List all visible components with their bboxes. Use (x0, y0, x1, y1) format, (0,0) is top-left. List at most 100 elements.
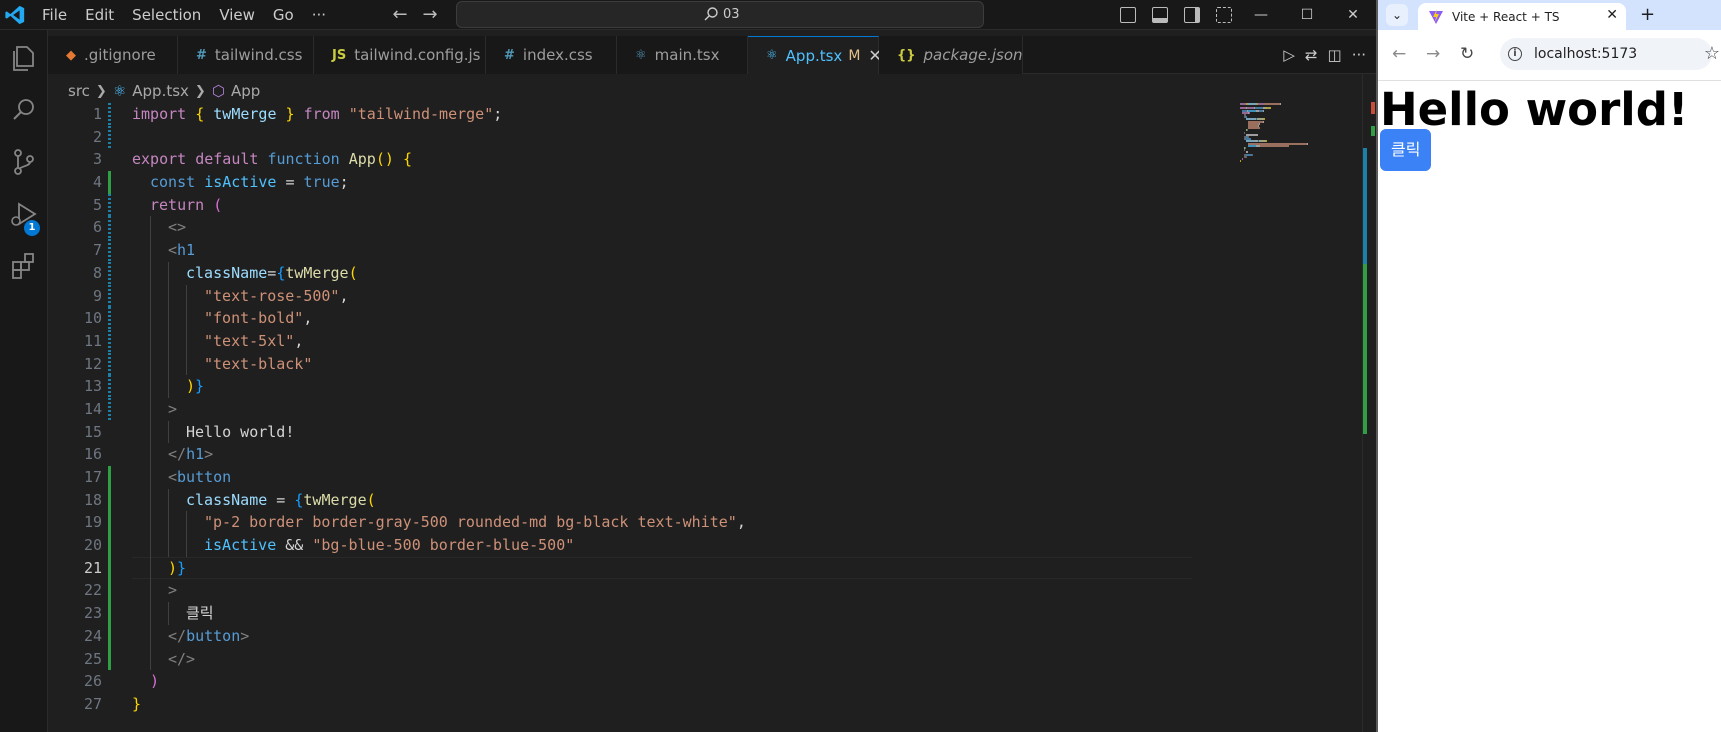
back-arrow-icon[interactable]: ← (388, 3, 412, 27)
customize-layout-icon[interactable] (1216, 7, 1232, 23)
new-tab-icon[interactable]: + (1640, 4, 1655, 26)
bookmark-star-icon[interactable]: ☆ (1704, 43, 1720, 64)
code-line[interactable]: 20 isActive && "bg-blue-500 border-blue-5… (48, 534, 1240, 557)
search-icon[interactable] (8, 94, 40, 126)
tab-index-css[interactable]: # index.css (486, 36, 617, 74)
extensions-icon[interactable] (8, 250, 40, 282)
minimap[interactable] (1240, 103, 1360, 165)
menu-selection[interactable]: Selection (123, 0, 210, 30)
tab-app-tsx[interactable]: ⚛ App.tsx M ✕ (748, 36, 882, 74)
gutter-modified-marker[interactable] (108, 239, 111, 262)
gutter-modified-marker[interactable] (108, 352, 111, 376)
toggle-secondary-sidebar-icon[interactable] (1184, 7, 1200, 23)
code-line[interactable]: 15 Hello world! (48, 420, 1240, 444)
close-tab-icon[interactable]: ✕ (1606, 7, 1618, 23)
command-center[interactable]: 03 (456, 1, 984, 28)
code-line[interactable]: 26) (48, 670, 1240, 693)
split-editor-icon[interactable]: ◫ (1328, 46, 1342, 64)
gutter-modified-marker[interactable] (108, 125, 111, 149)
code-line[interactable]: 10 "font-bold", (48, 307, 1240, 330)
gutter-added-marker[interactable] (108, 602, 111, 625)
code-line[interactable]: 23 클릭 (48, 602, 1240, 625)
code-line[interactable]: 6 <> (48, 216, 1240, 240)
gutter-modified-marker[interactable] (108, 375, 111, 398)
toggle-primary-sidebar-icon[interactable] (1120, 7, 1136, 23)
source-control-icon[interactable] (8, 146, 40, 178)
gutter-modified-marker[interactable] (108, 216, 111, 240)
code-line[interactable]: 14 > (48, 397, 1240, 421)
code-line[interactable]: 2 (48, 125, 1240, 149)
code-line[interactable]: 13)} (48, 375, 1240, 398)
gutter-modified-marker[interactable] (108, 329, 111, 353)
breadcrumb-src[interactable]: src (68, 82, 90, 100)
gutter-modified-marker[interactable] (108, 193, 111, 217)
menu-more[interactable]: ··· (303, 0, 335, 30)
close-window-icon[interactable]: ✕ (1330, 0, 1376, 30)
gutter-modified-marker[interactable] (108, 284, 111, 308)
code-line[interactable]: 19 "p-2 border border-gray-500 rounded-md… (48, 511, 1240, 535)
address-bar[interactable]: i localhost:5173 ☆ (1500, 38, 1720, 70)
code-line[interactable]: 18 className = {twMerge( (48, 488, 1240, 512)
gutter-modified-marker[interactable] (108, 307, 111, 330)
code-line[interactable]: 16 </h1> (48, 443, 1240, 466)
code-line[interactable]: 5 return ( (48, 193, 1240, 217)
code-line[interactable]: 21)} (48, 556, 1240, 580)
tab-search-chevron-icon[interactable]: ⌄ (1386, 4, 1408, 26)
more-actions-icon[interactable]: ··· (1352, 46, 1366, 64)
gutter-added-marker[interactable] (108, 466, 111, 489)
toggle-panel-icon[interactable] (1152, 7, 1168, 23)
gutter-added-marker[interactable] (108, 647, 111, 671)
code-line[interactable]: 8 className={twMerge( (48, 261, 1240, 285)
breadcrumb-symbol[interactable]: App (231, 82, 260, 100)
maximize-icon[interactable]: ☐ (1284, 0, 1330, 30)
tab-main-tsx[interactable]: ⚛ main.tsx (617, 36, 748, 74)
minimize-icon[interactable]: — (1238, 0, 1284, 30)
code-line[interactable]: 24 </button> (48, 624, 1240, 648)
code-line[interactable]: 4 const isActive = true; (48, 171, 1240, 194)
back-arrow-icon[interactable]: ← (1392, 44, 1406, 64)
tab-tailwind-config[interactable]: JS tailwind.config.js (314, 36, 486, 74)
tab-package-json[interactable]: {} package.json (879, 36, 1023, 74)
compare-changes-icon[interactable]: ⇄ (1305, 46, 1318, 64)
gutter-added-marker[interactable] (108, 556, 111, 580)
click-button[interactable]: 클릭 (1380, 129, 1432, 171)
code-line[interactable]: 17 <button (48, 466, 1240, 489)
menu-file[interactable]: File (33, 0, 76, 30)
run-debug-icon[interactable] (8, 198, 40, 230)
code-token: { (402, 150, 412, 169)
gutter-added-marker[interactable] (108, 488, 111, 512)
explorer-icon[interactable] (8, 42, 40, 74)
gutter-added-marker[interactable] (108, 171, 111, 194)
code-line[interactable]: 7 <h1 (48, 239, 1240, 262)
gutter-added-marker[interactable] (108, 624, 111, 648)
code-editor[interactable]: 1 import { twMerge } from "tailwind-merge… (48, 103, 1240, 716)
menu-go[interactable]: Go (264, 0, 303, 30)
code-line[interactable]: 1 import { twMerge } from "tailwind-merge… (48, 103, 1240, 126)
forward-arrow-icon[interactable]: → (418, 3, 442, 27)
code-line[interactable]: 27} (48, 693, 1240, 716)
gutter-modified-marker[interactable] (108, 397, 111, 421)
gutter-added-marker[interactable] (108, 579, 111, 603)
gutter-modified-marker[interactable] (108, 103, 111, 126)
menu-edit[interactable]: Edit (76, 0, 123, 30)
reload-icon[interactable]: ↻ (1460, 44, 1474, 64)
menu-view[interactable]: View (210, 0, 264, 30)
tab-gitignore[interactable]: ◆ .gitignore (48, 36, 178, 74)
code-line[interactable]: 9 "text-rose-500", (48, 284, 1240, 308)
code-text: <> (168, 216, 186, 239)
code-line[interactable]: 12 "text-black" (48, 352, 1240, 376)
gutter-added-marker[interactable] (108, 534, 111, 557)
tab-tailwind-css[interactable]: # tailwind.css (178, 36, 314, 74)
editor-scrollbar[interactable] (1362, 74, 1376, 732)
gutter-added-marker[interactable] (108, 511, 111, 535)
breadcrumb-file[interactable]: App.tsx (132, 82, 189, 100)
forward-arrow-icon[interactable]: → (1426, 44, 1440, 64)
browser-tab[interactable]: Vite + React + TS ✕ (1418, 3, 1626, 30)
code-line[interactable]: 25 </> (48, 647, 1240, 671)
code-line[interactable]: 11 "text-5xl", (48, 329, 1240, 353)
code-line[interactable]: 3 export default function App() { (48, 148, 1240, 171)
gutter-modified-marker[interactable] (108, 261, 111, 285)
code-line[interactable]: 22 > (48, 579, 1240, 603)
site-info-icon[interactable]: i (1508, 47, 1522, 61)
run-icon[interactable]: ▷ (1283, 46, 1295, 64)
